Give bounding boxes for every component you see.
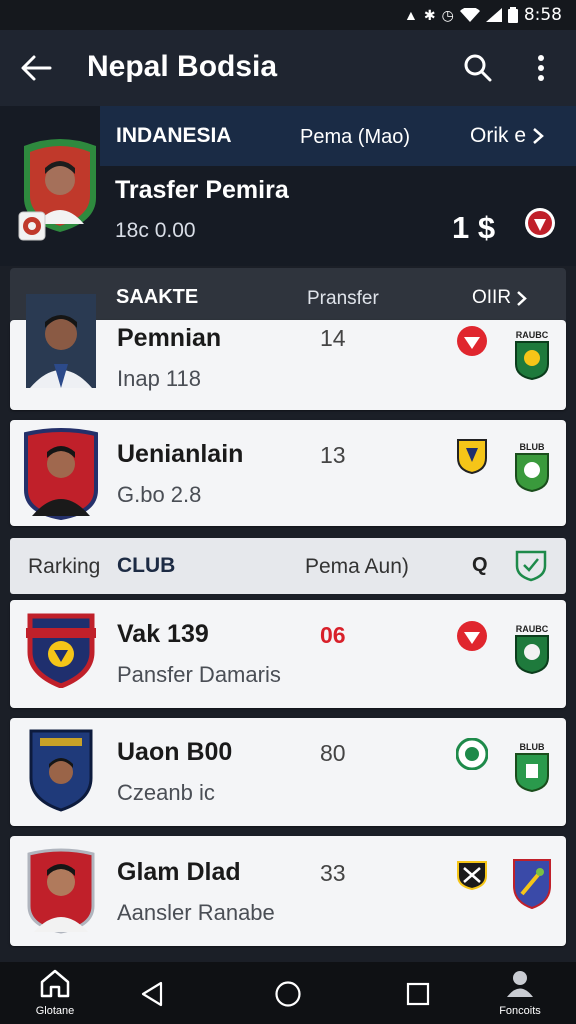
featured-more-link[interactable]: Orik e — [470, 124, 544, 148]
back-button[interactable] — [18, 50, 54, 86]
signal-icon: ▲ — [404, 7, 418, 23]
featured-column: Pema (Mao) — [300, 126, 411, 148]
status-icons: ▲ ✱ ◷ 8:58 — [404, 5, 562, 25]
club-badge: RAUBC — [512, 330, 552, 385]
home-icon — [40, 969, 70, 998]
ranking-label: Rarking — [28, 555, 101, 578]
club-badge: RAUBC — [512, 624, 552, 679]
page-title: Nepal Bodsia — [87, 50, 278, 83]
filter-column[interactable]: Pema Aun) — [305, 555, 409, 579]
player-photo — [27, 848, 95, 934]
list-header-title: SAAKTE — [116, 286, 199, 308]
triangle-back-icon — [141, 981, 163, 1007]
player-photo — [26, 294, 96, 388]
club-number: 33 — [320, 860, 346, 886]
club-number: 80 — [320, 740, 346, 766]
status-time: 8:58 — [523, 5, 562, 25]
nav-account-label: Foncoits — [499, 1005, 541, 1017]
square-recents-icon — [406, 982, 430, 1006]
club-badge: BLUB — [512, 742, 552, 797]
circle-home-icon — [275, 981, 301, 1007]
club-detail: Czeanb ic — [117, 780, 215, 805]
ranking-filter-bar: Rarking CLUB Pema Aun) Q — [10, 538, 566, 594]
nav-home-label: Glotane — [35, 1005, 75, 1017]
bluetooth-icon: ✱ — [423, 6, 436, 23]
nav-back-button[interactable] — [134, 976, 170, 1012]
club-badge: BLUB — [512, 442, 552, 497]
arrow-left-icon — [21, 55, 52, 81]
featured-country: INDANESIA — [116, 124, 232, 147]
club-logo-icon — [457, 439, 487, 474]
club-name: Uaon B00 — [117, 738, 233, 766]
club-badge-label: RAUBC — [515, 624, 549, 634]
chevron-right-icon — [533, 128, 544, 144]
list-header-column: Pransfer — [307, 288, 379, 309]
club-crest-icon — [29, 729, 93, 812]
player-name: Pemnian — [117, 324, 222, 352]
list-header-link[interactable]: OIIR — [472, 287, 527, 309]
cell-icon — [485, 8, 502, 22]
featured-link-label: Orik e — [470, 124, 527, 147]
club-logo-icon — [457, 621, 487, 651]
club-logo-icon — [457, 861, 487, 890]
player-number: 13 — [320, 442, 346, 468]
club-number: 06 — [320, 622, 346, 648]
bottom-nav-bar: Glotane Foncoits — [0, 962, 576, 1024]
club-detail: Pansfer Damaris — [117, 662, 281, 687]
more-vert-icon — [538, 55, 544, 81]
person-icon — [507, 971, 533, 997]
search-button[interactable] — [460, 50, 496, 86]
app-bar: Nepal Bodsia — [0, 30, 576, 106]
nav-account[interactable]: Foncoits — [480, 968, 560, 1017]
status-bar: ▲ ✱ ◷ 8:58 — [0, 0, 576, 30]
nav-home[interactable]: Glotane — [20, 968, 90, 1017]
battery-icon — [507, 7, 518, 23]
alarm-icon: ◷ — [441, 6, 454, 23]
club-crest-icon — [513, 859, 551, 910]
player-detail: G.bo 2.8 — [117, 482, 202, 507]
chevron-right-icon — [517, 290, 527, 306]
featured-value: 18c 0.00 — [115, 219, 196, 242]
featured-amount: 1 $ — [452, 210, 496, 245]
shield-icon — [515, 453, 549, 493]
player-name: Uenianlain — [117, 440, 244, 468]
more-button[interactable] — [526, 50, 556, 86]
shield-check-icon[interactable] — [515, 548, 547, 582]
player-number: 14 — [320, 325, 346, 351]
club-logo-icon — [456, 738, 488, 770]
query-button[interactable]: Q — [472, 554, 488, 577]
club-badge-label: BLUB — [519, 442, 545, 452]
club-name: Glam Dlad — [117, 858, 241, 886]
shield-icon — [515, 635, 549, 675]
player-photo — [24, 428, 98, 520]
nav-home-button[interactable] — [270, 976, 306, 1012]
club-crest-icon — [26, 613, 96, 688]
club-name: Vak 139 — [117, 620, 209, 648]
club-badge-icon — [525, 208, 555, 238]
club-flag-icon — [18, 211, 46, 241]
wifi-icon — [459, 8, 480, 22]
club-logo-icon — [457, 326, 487, 356]
player-detail: Inap 118 — [117, 366, 202, 391]
shield-icon — [515, 753, 549, 793]
club-detail: Aansler Ranabe — [117, 900, 275, 925]
club-filter[interactable]: CLUB — [117, 554, 175, 578]
nav-recents-button[interactable] — [400, 976, 436, 1012]
featured-name: Trasfer Pemira — [115, 176, 289, 204]
club-badge-label: BLUB — [519, 742, 545, 752]
club-badge-label: RAUBC — [515, 330, 549, 340]
shield-icon — [515, 341, 549, 381]
search-icon — [464, 54, 492, 82]
list-header-link-label: OIIR — [472, 287, 512, 308]
